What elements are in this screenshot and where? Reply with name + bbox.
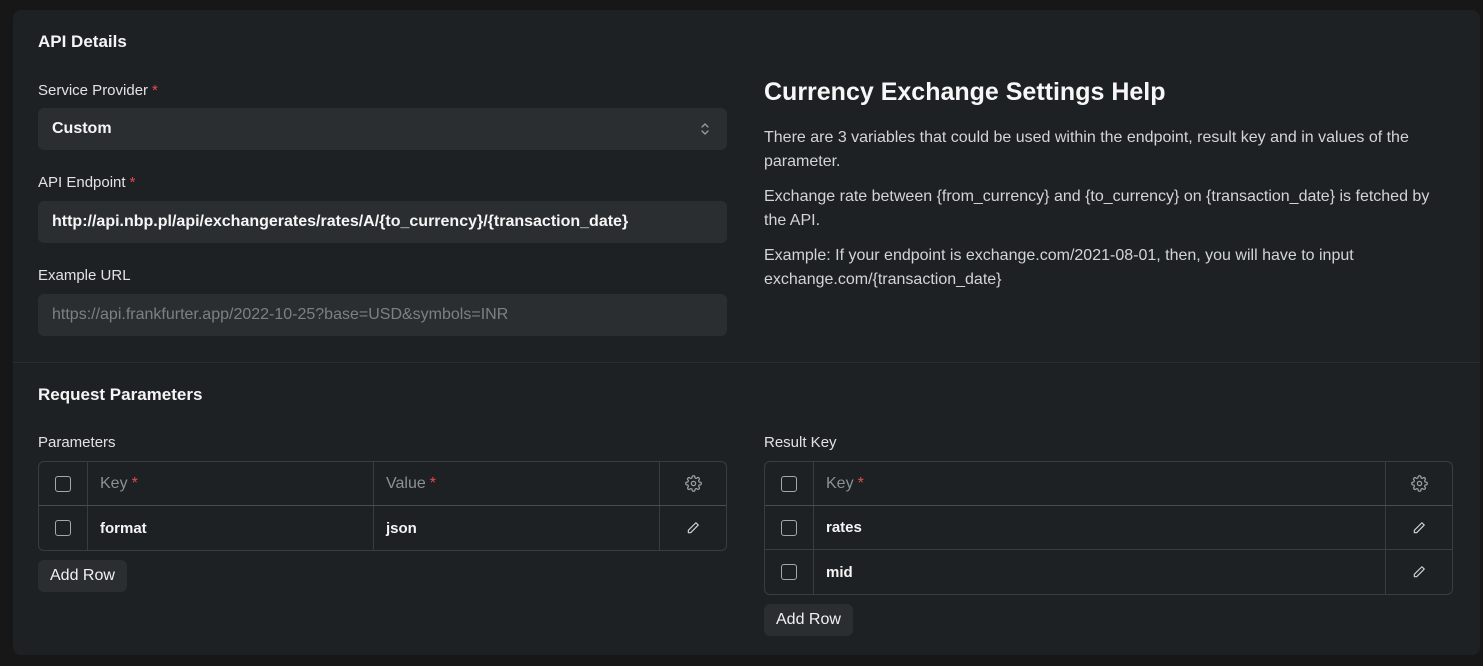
column-header-value-label: Value [386,474,426,492]
example-url-field[interactable] [38,294,727,336]
row-checkbox[interactable] [781,564,797,580]
parameters-add-row-button[interactable]: Add Row [38,560,127,592]
select-all-cell [39,462,88,505]
column-header-key-label: Key [100,474,128,492]
row-select-cell [39,506,88,550]
required-mark: * [152,82,158,99]
api-details-title: API Details [38,32,127,51]
api-endpoint-label-text: API Endpoint [38,174,126,191]
help-paragraph-exchange-rate: Exchange rate between {from_currency} an… [764,188,1430,229]
service-provider-label: Service Provider * [38,82,158,99]
api-endpoint-value: http://api.nbp.pl/api/exchangerates/rate… [52,213,629,230]
select-all-cell [765,462,814,505]
service-provider-label-text: Service Provider [38,82,149,99]
api-endpoint-input[interactable]: http://api.nbp.pl/api/exchangerates/rate… [38,201,727,243]
pencil-icon[interactable] [1412,565,1426,579]
service-provider-select[interactable]: Custom [38,108,727,150]
table-header-row: Key * Value * [39,462,726,506]
row-checkbox[interactable] [781,519,797,536]
service-provider-value: Custom [52,120,112,137]
column-settings-cell[interactable] [1386,462,1452,505]
help-paragraph-variables: There are 3 variables that could be used… [764,129,1409,170]
row-edit-cell[interactable] [1386,506,1452,549]
pencil-icon[interactable] [686,521,700,535]
parameters-label: Parameters [38,434,116,451]
gear-icon[interactable] [1410,475,1428,492]
column-header-key: Key * [88,462,374,505]
result-key-cell[interactable]: mid [814,550,1386,594]
row-edit-cell[interactable] [1386,550,1452,594]
result-key-value: mid [826,563,853,581]
result-key-value: rates [826,519,862,536]
request-parameters-title: Request Parameters [38,385,203,404]
select-all-checkbox[interactable] [781,475,797,492]
required-mark: * [129,174,136,191]
result-key-add-row-button[interactable]: Add Row [764,604,853,636]
param-key-cell[interactable]: format [88,506,374,550]
pencil-icon[interactable] [1412,521,1426,535]
result-key-table: Key * rates mid [764,461,1453,595]
table-row[interactable]: rates [765,506,1452,550]
currency-exchange-settings-card: API Details Service Provider * Custom API… [13,10,1480,655]
table-row[interactable]: mid [765,550,1452,594]
row-select-cell [765,550,814,594]
required-mark: * [857,474,864,492]
param-value: json [386,519,417,537]
param-value-cell[interactable]: json [374,506,660,550]
api-endpoint-label: API Endpoint * [38,174,135,191]
select-updown-chevron-icon [699,119,711,139]
result-key-cell[interactable]: rates [814,506,1386,549]
column-header-key-label: Key [826,474,854,492]
example-url-label: Example URL [38,267,131,284]
column-header-key: Key * [814,462,1386,505]
table-header-row: Key * [765,462,1452,506]
row-edit-cell[interactable] [660,506,726,550]
required-mark: * [131,474,138,492]
parameters-table: Key * Value * format json [38,461,727,551]
row-checkbox[interactable] [55,520,71,536]
help-title: Currency Exchange Settings Help [764,78,1166,106]
gear-icon[interactable] [684,475,702,492]
help-paragraph-example: Example: If your endpoint is exchange.co… [764,247,1354,288]
result-key-label: Result Key [764,434,837,451]
column-settings-cell[interactable] [660,462,726,505]
select-all-checkbox[interactable] [55,475,71,492]
row-select-cell [765,506,814,549]
example-url-input[interactable] [52,306,713,324]
required-mark: * [429,474,436,492]
table-row[interactable]: format json [39,506,726,550]
param-key: format [100,519,147,537]
column-header-value: Value * [374,462,660,505]
section-divider [13,362,1480,363]
